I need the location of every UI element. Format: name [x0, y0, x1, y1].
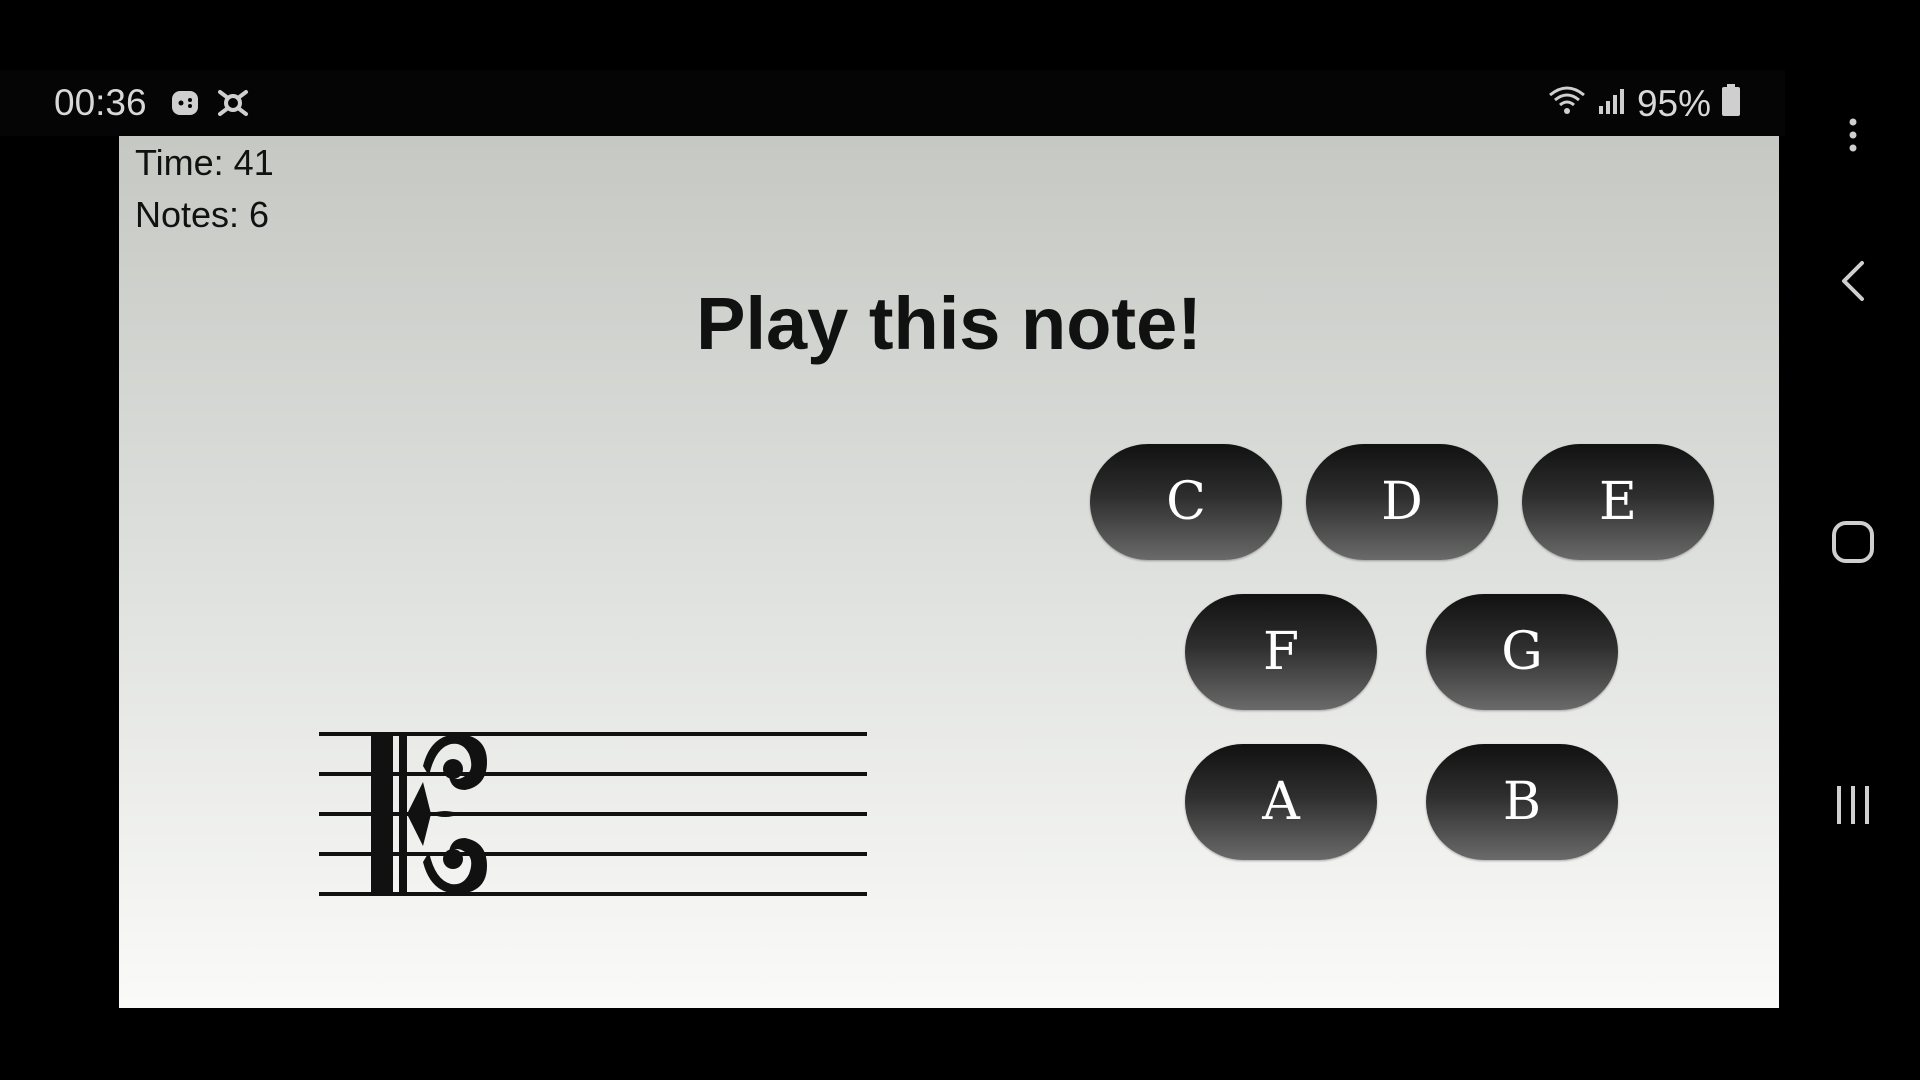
- recents-icon[interactable]: [1785, 780, 1920, 830]
- game-screen: Time: 41 Notes: 6 Play this note! C D E …: [119, 136, 1779, 1008]
- wifi-icon: [1547, 83, 1587, 126]
- back-icon[interactable]: [1785, 256, 1920, 306]
- navigation-bar: [1785, 70, 1920, 1010]
- status-bar: 00:36 95%: [0, 70, 1785, 136]
- note-f-button[interactable]: F: [1185, 594, 1377, 710]
- home-icon[interactable]: [1785, 517, 1920, 567]
- signal-icon: [1597, 83, 1627, 125]
- note-d-button[interactable]: D: [1306, 444, 1498, 560]
- notes-counter: Notes: 6: [135, 194, 270, 235]
- status-time: 00:36: [54, 82, 147, 123]
- note-a-button[interactable]: A: [1185, 744, 1377, 860]
- battery-percent: 95%: [1636, 83, 1711, 124]
- time-counter: Time: 41: [135, 142, 274, 183]
- note-c-button[interactable]: C: [1090, 444, 1282, 560]
- battery-icon: [1721, 83, 1741, 126]
- game-controller-icon: [170, 88, 200, 118]
- status-indicators: 95%: [1547, 82, 1741, 126]
- page-title: Play this note!: [696, 282, 1202, 365]
- note-e-button[interactable]: E: [1522, 444, 1714, 560]
- bug-icon: [216, 88, 248, 118]
- staff-svg: [319, 732, 867, 896]
- note-g-button[interactable]: G: [1426, 594, 1618, 710]
- more-options-icon[interactable]: [1785, 115, 1920, 155]
- note-b-button[interactable]: B: [1426, 744, 1618, 860]
